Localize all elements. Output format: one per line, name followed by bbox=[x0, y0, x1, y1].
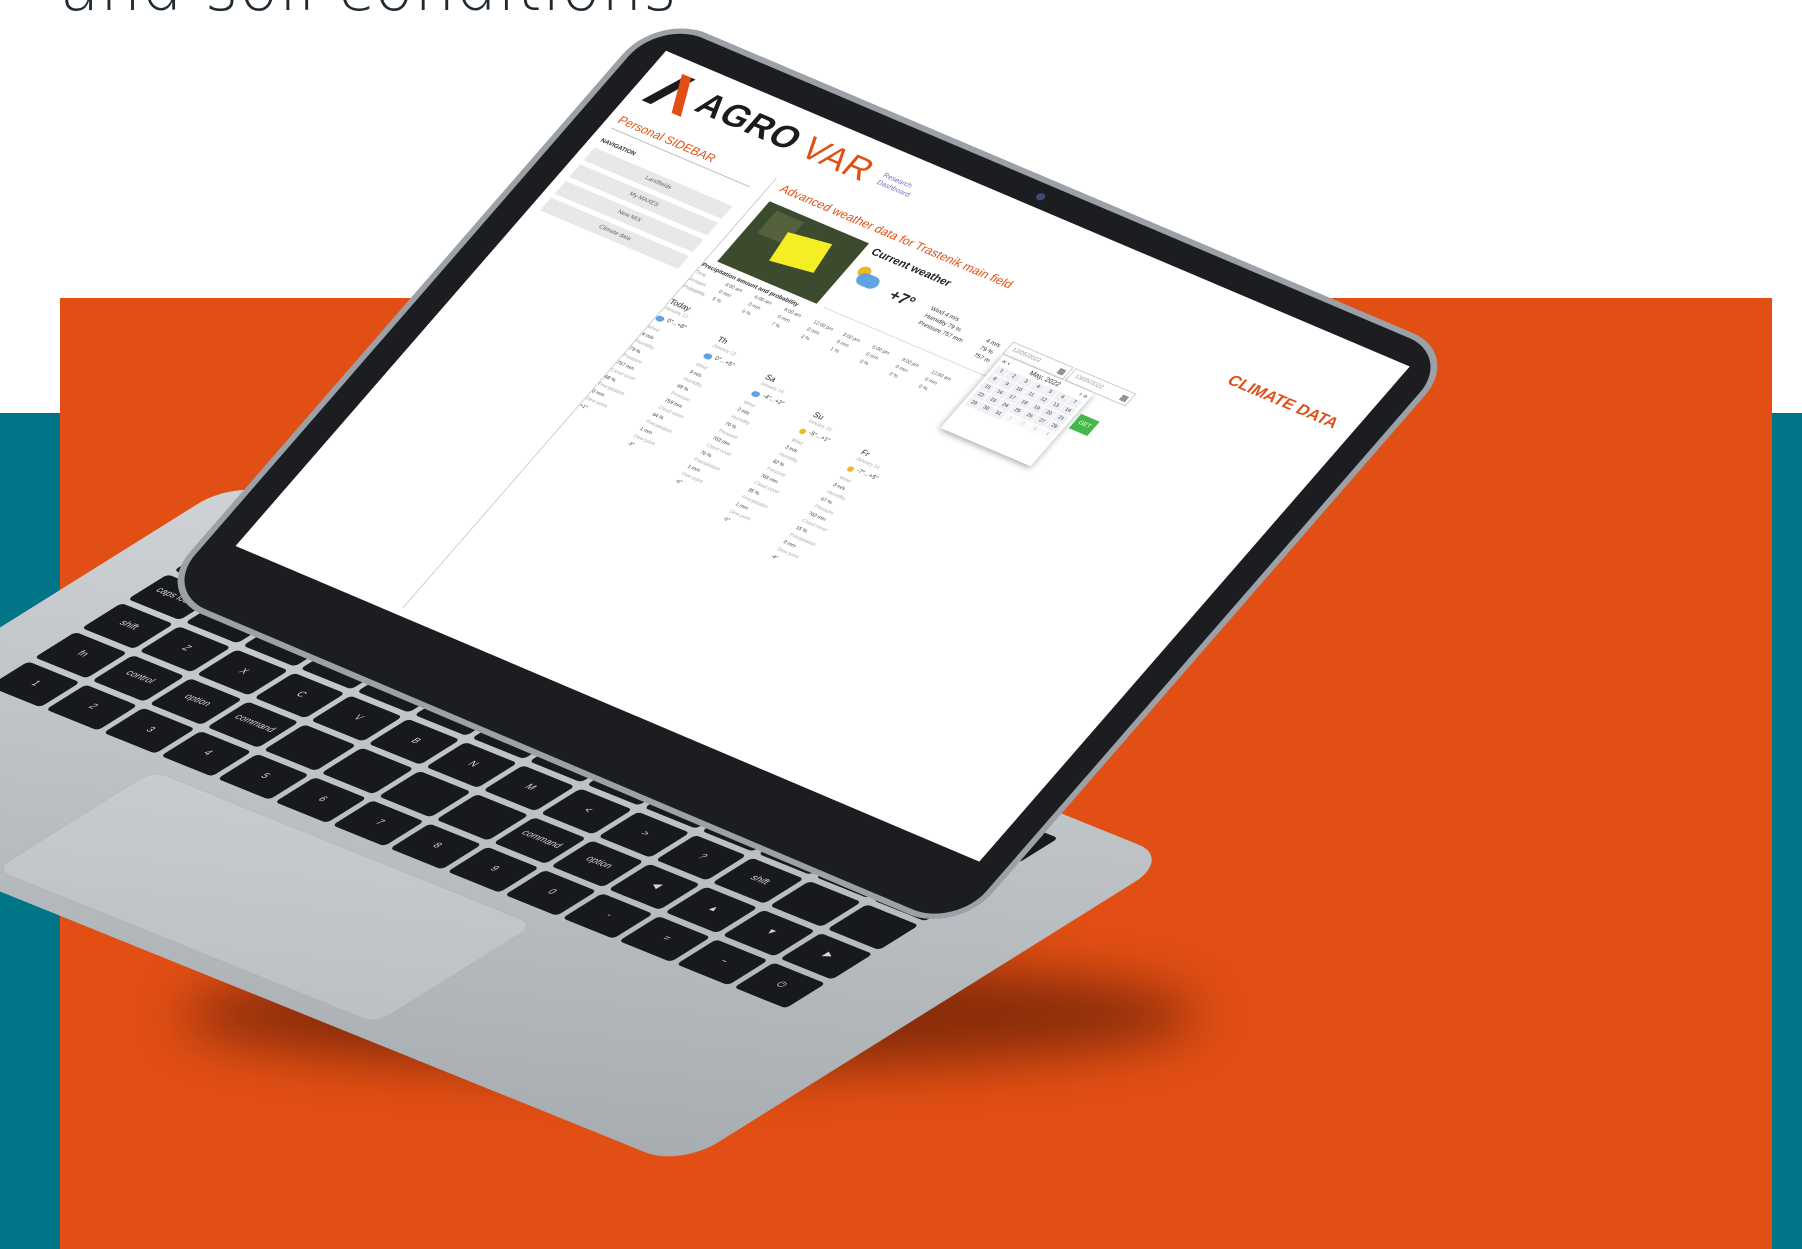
webcam-icon bbox=[1034, 192, 1048, 202]
calendar-prev-button[interactable]: « ‹ bbox=[1000, 359, 1012, 368]
headline-text: and soil conditions bbox=[60, 0, 677, 26]
calendar-next-button[interactable]: › » bbox=[1077, 391, 1089, 400]
cloudy-icon bbox=[654, 314, 667, 323]
cloudy-icon bbox=[750, 389, 762, 398]
sun-icon bbox=[798, 427, 808, 435]
brand-name-accent: VAR bbox=[792, 130, 884, 189]
sun-icon bbox=[846, 465, 856, 473]
brand-subtitle: Research Dashboard bbox=[875, 171, 919, 199]
get-data-button[interactable]: GET bbox=[1068, 413, 1100, 437]
current-temperature: +7° bbox=[884, 287, 919, 311]
cloudy-icon bbox=[702, 352, 714, 360]
daily-forecast: Today January 12 0°...+8° Wind 4 m/s Humidity… bbox=[532, 297, 961, 582]
climate-data-heading: CLIMATE DATA bbox=[1223, 372, 1343, 432]
calendar-icon[interactable]: ▦ bbox=[1116, 391, 1133, 405]
